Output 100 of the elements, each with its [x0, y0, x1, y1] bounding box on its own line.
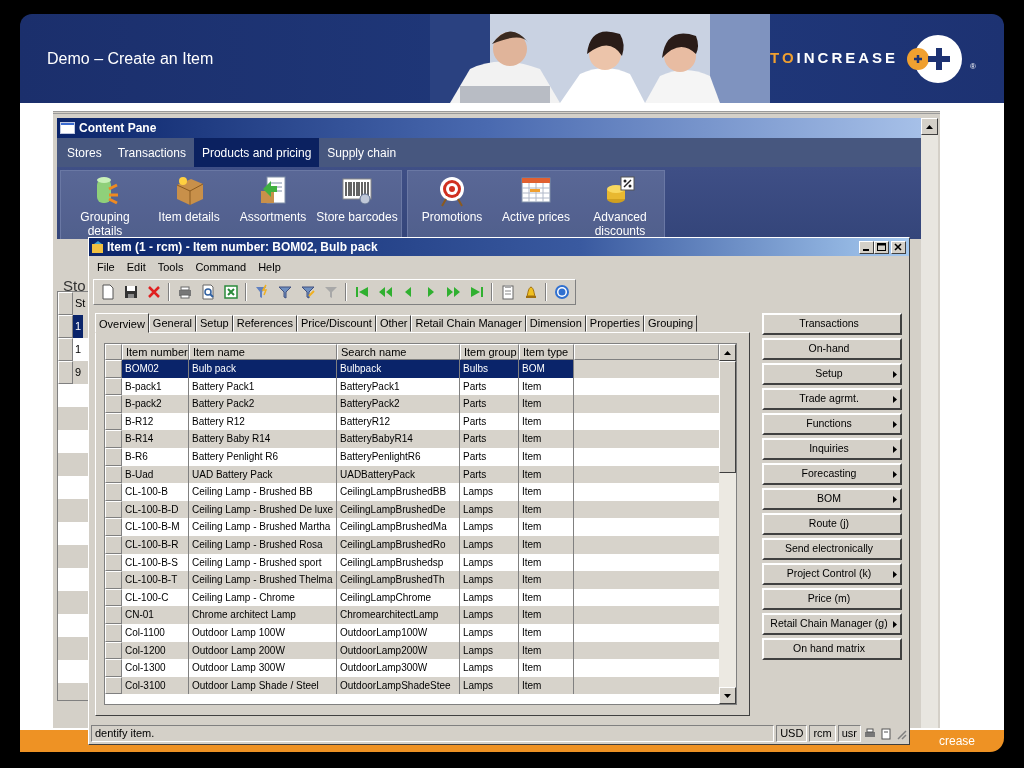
action-button[interactable]: BOM: [762, 488, 902, 510]
table-cell: Item: [519, 623, 574, 642]
row-selector[interactable]: [58, 315, 73, 338]
status-field: rcm: [809, 725, 836, 742]
column-header[interactable]: Search name: [337, 344, 460, 360]
scroll-up-button[interactable]: [921, 118, 938, 135]
table-cell: Parts: [460, 447, 519, 466]
tab[interactable]: Price/Discount: [297, 315, 376, 332]
action-button[interactable]: Transactions: [762, 313, 902, 335]
table-cell: Outdoor Lamp 300W: [189, 659, 337, 677]
table-cell: B-R6: [122, 447, 189, 466]
column-header[interactable]: Item name: [189, 344, 337, 360]
table-cell: Ceiling Lamp - Brushed Rosa: [189, 535, 337, 554]
resize-grip-icon[interactable]: [895, 727, 907, 740]
action-button[interactable]: Functions: [762, 413, 902, 435]
row-selector[interactable]: [105, 360, 122, 378]
tab[interactable]: Supply chain: [319, 138, 405, 167]
table-cell: Lamps: [460, 676, 519, 695]
scroll-thumb[interactable]: [719, 361, 736, 473]
table-cell-text: 9: [74, 365, 83, 380]
menu-item[interactable]: Help: [253, 258, 286, 276]
action-button[interactable]: Inquiries: [762, 438, 902, 460]
tab[interactable]: Setup: [196, 315, 233, 332]
caret-icon: [893, 446, 897, 453]
section-label: Sto: [63, 276, 86, 296]
tab[interactable]: Properties: [585, 315, 644, 332]
action-button[interactable]: Setup: [762, 363, 902, 385]
table-cell: Outdoor Lamp 100W: [189, 623, 337, 642]
action-button[interactable]: Retail Chain Manager (g): [762, 613, 902, 635]
table-cell: Ceiling Lamp - Brushed BB: [189, 483, 337, 501]
action-button[interactable]: Forecasting: [762, 463, 902, 485]
action-button[interactable]: Trade agrmt.: [762, 388, 902, 410]
row-selector[interactable]: [105, 606, 122, 624]
action-button[interactable]: Price (m): [762, 588, 902, 610]
row-selector[interactable]: [105, 483, 122, 501]
status-message: dentify item.: [91, 725, 775, 742]
scroll-up-button[interactable]: [719, 344, 736, 361]
tab[interactable]: Dimension: [525, 315, 586, 332]
logo-icon: [906, 32, 963, 85]
tab[interactable]: Retail Chain Manager: [411, 315, 526, 332]
table-cell: Ceiling Lamp - Brushed Thelma: [189, 571, 337, 589]
window-title: Item (1 - rcm) - Item number: BOM02, Bulb pack: [107, 239, 379, 256]
table-row[interactable]: BOM02 Bulb pack Bulbpack Bulbs BOM: [105, 360, 719, 378]
action-button[interactable]: Project Control (k): [762, 563, 902, 585]
tab[interactable]: Products and pricing: [193, 138, 320, 167]
document-icon[interactable]: [879, 727, 893, 740]
row-selector[interactable]: [58, 338, 73, 361]
window-icon: [60, 122, 75, 134]
scroll-down-button[interactable]: [719, 687, 736, 704]
close-button[interactable]: [891, 240, 906, 254]
table-cell: BatteryBabyR14: [337, 430, 460, 448]
maximize-button[interactable]: [874, 240, 889, 254]
tab[interactable]: References: [232, 315, 297, 332]
table-cell: Lamps: [460, 535, 519, 554]
action-button[interactable]: On-hand: [762, 338, 902, 360]
caret-icon: [893, 496, 897, 503]
column-header[interactable]: Item type: [519, 344, 574, 360]
tab[interactable]: Other: [375, 315, 412, 332]
table-row[interactable]: B-pack2 Battery Pack2 BatteryPack2 Parts Item: [105, 395, 719, 413]
row-selector[interactable]: [105, 571, 122, 589]
column-header[interactable]: Item group: [460, 344, 519, 360]
up-arrow-icon: [926, 124, 933, 129]
tab[interactable]: General: [148, 315, 196, 332]
row-selector[interactable]: [105, 395, 122, 413]
row-selector[interactable]: [105, 430, 122, 448]
up-arrow-icon: [724, 350, 731, 355]
action-button[interactable]: Route (j): [762, 513, 902, 535]
action-button[interactable]: On hand matrix: [762, 638, 902, 660]
menu-item[interactable]: Edit: [121, 258, 151, 276]
row-selector[interactable]: [105, 659, 122, 677]
column-header[interactable]: Item number: [122, 344, 189, 360]
table-cell: Item: [519, 676, 574, 695]
menu-item[interactable]: File: [92, 258, 120, 276]
tab[interactable]: Transactions: [109, 138, 194, 167]
menu-item[interactable]: Tools: [152, 258, 189, 276]
funnel-icon: [299, 284, 316, 300]
table-cell: BOM: [519, 360, 574, 378]
printer-icon[interactable]: [863, 727, 877, 740]
minimize-button[interactable]: [859, 240, 874, 254]
menu-item[interactable]: Command: [190, 258, 252, 276]
document-icon: [499, 284, 516, 300]
table-cell: CeilingLampBrushedTh: [337, 571, 460, 589]
save-icon: [122, 284, 139, 300]
table-row[interactable]: CL-100-B-T Ceiling Lamp - Brushed Thelma CeilingLampBrushedTh Lamps Item: [105, 571, 719, 589]
tab[interactable]: Stores: [59, 138, 110, 167]
table-cell: B-R14: [122, 430, 189, 448]
table-cell: Item: [519, 659, 574, 677]
action-button[interactable]: Send electronically: [762, 538, 902, 560]
row-selector[interactable]: [58, 361, 73, 384]
table-row[interactable]: B-R14 Battery Baby R14 BatteryBabyR14 Parts Item: [105, 430, 719, 448]
row-selector[interactable]: [105, 518, 122, 536]
tab[interactable]: Overview: [95, 313, 149, 333]
table-row[interactable]: CN-01 Chrome architect Lamp ChromearchitectLamp Lamps Item: [105, 606, 719, 624]
tab[interactable]: Grouping: [643, 315, 698, 332]
table-cell: BatteryPack2: [337, 395, 460, 413]
table-cell: Parts: [460, 430, 519, 448]
down-arrow-icon: [724, 693, 731, 698]
double-right-arrow-icon: [445, 284, 462, 300]
caret-icon: [893, 396, 897, 403]
table-cell: CL-100-B-T: [122, 571, 189, 589]
